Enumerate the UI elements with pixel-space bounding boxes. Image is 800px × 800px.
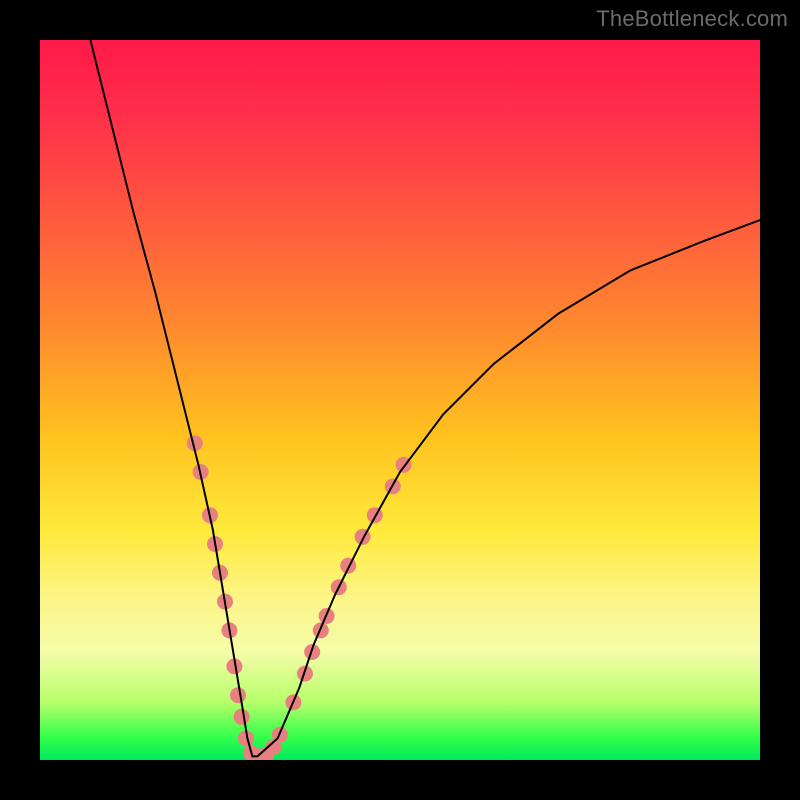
marker-dot	[234, 709, 250, 725]
chart-stage: TheBottleneck.com	[0, 0, 800, 800]
marker-dots-layer	[187, 435, 412, 760]
marker-dot	[230, 687, 246, 703]
bottleneck-curve	[90, 40, 760, 756]
marker-dot	[340, 558, 356, 574]
plot-area	[40, 40, 760, 760]
watermark-text: TheBottleneck.com	[596, 6, 788, 32]
marker-dot	[367, 507, 383, 523]
chart-svg	[40, 40, 760, 760]
